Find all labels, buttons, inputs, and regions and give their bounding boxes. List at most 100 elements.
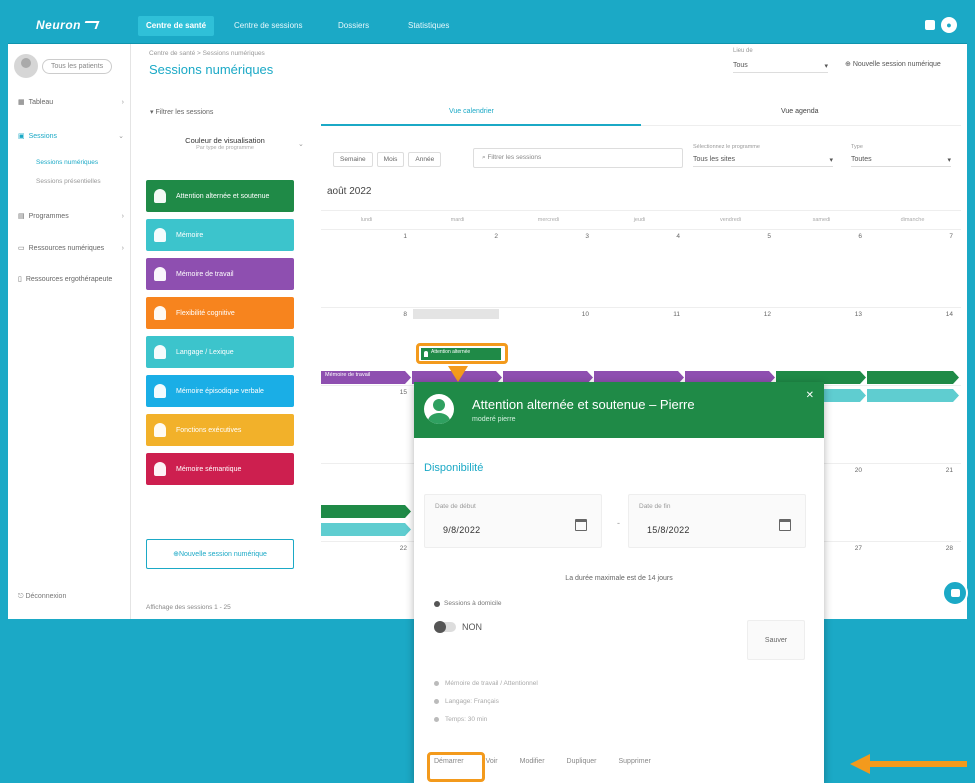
toggle-switch[interactable] <box>434 621 456 633</box>
day-number[interactable]: 14 <box>867 311 953 318</box>
brain-icon <box>154 228 166 242</box>
type-language[interactable]: Langage / Lexique <box>146 336 294 368</box>
active-tab-indicator <box>321 124 641 126</box>
day-number[interactable]: 3 <box>503 233 589 240</box>
day-number[interactable]: 5 <box>685 233 771 240</box>
sidebar-item-dashboard[interactable]: ▦ Tableau › <box>18 98 124 107</box>
new-digital-session-link[interactable]: ⊕ Nouvelle session numérique <box>845 60 941 68</box>
calendar-event[interactable]: Mémoire de travail <box>321 371 411 384</box>
save-button[interactable]: Sauver <box>747 620 805 660</box>
day-number[interactable]: 12 <box>685 311 771 318</box>
week-divider <box>321 229 961 230</box>
page-title: Sessions numériques <box>149 62 274 77</box>
popup-header: Attention alternée et soutenue – Pierre … <box>414 382 824 438</box>
new-digital-session-button[interactable]: ⊕ Nouvelle session numérique <box>146 539 294 569</box>
type-flexibility[interactable]: Flexibilité cognitive <box>146 297 294 329</box>
month-view-button[interactable]: Mois <box>376 152 405 167</box>
patient-avatar-icon <box>424 394 454 424</box>
tab-agenda-view[interactable]: Vue agenda <box>781 108 819 115</box>
day-number[interactable]: 7 <box>867 233 953 240</box>
brain-icon <box>154 345 166 359</box>
calendar-icon[interactable] <box>779 519 791 531</box>
info-language: Langage: Français <box>434 698 499 705</box>
nav-tab-records[interactable]: Dossiers <box>330 16 377 36</box>
calendar-event[interactable] <box>321 505 411 518</box>
session-popup: Attention alternée et soutenue – Pierre … <box>414 382 824 783</box>
nav-tab-health-center[interactable]: Centre de santé <box>138 16 215 36</box>
sidebar-item-ergo-resources[interactable]: ▯ Ressources ergothérapeute <box>18 275 124 284</box>
sidebar-sub-digital-sessions[interactable]: Sessions numériques <box>36 159 98 166</box>
logout-link[interactable]: ⎋ Déconnexion <box>18 593 66 601</box>
breadcrumb: Centre de santé > Sessions numériques <box>149 50 265 57</box>
day-number[interactable]: 2 <box>412 233 498 240</box>
max-duration-note: La durée maximale est de 14 jours <box>565 575 673 582</box>
color-legend-selector[interactable]: Couleur de visualisation Par type de prog… <box>180 136 270 151</box>
radio-icon <box>434 600 440 607</box>
home-sessions-toggle[interactable]: NON <box>434 621 482 633</box>
nav-tab-statistics[interactable]: Statistiques <box>400 16 457 36</box>
nav-tab-sessions-center[interactable]: Centre de sessions <box>226 16 310 36</box>
weekday-header: mardi <box>450 217 465 223</box>
day-number[interactable]: 21 <box>867 467 953 474</box>
day-number[interactable]: 8 <box>321 311 407 318</box>
sidebar-item-digital-resources[interactable]: ▭ Ressources numériques › <box>18 244 124 253</box>
calendar-event[interactable]: Attention alternée <box>421 348 501 360</box>
calendar-event[interactable] <box>867 371 959 384</box>
chevron-down-icon: ⌄ <box>298 141 304 148</box>
type-memory[interactable]: Mémoire <box>146 219 294 251</box>
avatar[interactable] <box>14 54 38 78</box>
user-account-icon[interactable]: ● <box>941 17 957 33</box>
tab-calendar-view[interactable]: Vue calendrier <box>449 108 494 115</box>
day-number[interactable]: 15 <box>321 389 407 396</box>
weekday-header: mercredi <box>537 217 560 223</box>
duplicate-button[interactable]: Dupliquer <box>567 758 597 765</box>
start-date-field[interactable]: Date de début 9/8/2022 <box>424 494 602 548</box>
type-select[interactable]: Type Toutes ▾ <box>851 144 951 167</box>
selected-day-highlight <box>413 309 499 319</box>
edit-button[interactable]: Modifier <box>520 758 545 765</box>
patient-selector[interactable]: Tous les patients <box>42 58 113 74</box>
calendar-event[interactable] <box>867 389 959 402</box>
type-executive[interactable]: Fonctions exécutives <box>146 414 294 446</box>
type-working-memory[interactable]: Mémoire de travail <box>146 258 294 290</box>
day-number[interactable]: 13 <box>776 311 862 318</box>
view-button[interactable]: Voir <box>486 758 498 765</box>
day-number[interactable]: 10 <box>503 311 589 318</box>
delete-button[interactable]: Supprimer <box>619 758 651 765</box>
site-select-label: Lieu de <box>733 48 753 54</box>
day-number[interactable]: 6 <box>776 233 862 240</box>
end-date-field[interactable]: Date de fin 15/8/2022 <box>628 494 806 548</box>
day-number[interactable]: 28 <box>867 545 953 552</box>
type-attention[interactable]: Attention alternée et soutenue <box>146 180 294 212</box>
chat-icon[interactable] <box>942 580 968 606</box>
week-view-button[interactable]: Semaine <box>333 152 373 167</box>
filter-panel: ▾ Filtrer les sessions Couleur de visual… <box>140 96 305 616</box>
calendar-event[interactable] <box>321 523 411 536</box>
weekday-header: samedi <box>812 217 831 223</box>
app-logo[interactable]: Neuron <box>36 18 100 32</box>
brain-icon <box>154 462 166 476</box>
sidebar-sub-onsite-sessions[interactable]: Sessions présentielles <box>36 178 101 185</box>
day-number[interactable]: 4 <box>594 233 680 240</box>
sidebar-item-sessions[interactable]: ▣ Sessions ⌄ <box>18 132 124 141</box>
filter-title[interactable]: ▾ Filtrer les sessions <box>150 108 305 116</box>
year-view-button[interactable]: Année <box>408 152 442 167</box>
site-select[interactable]: Tous ▾ <box>733 62 828 73</box>
day-number[interactable]: 11 <box>594 311 680 318</box>
type-semantic-memory[interactable]: Mémoire sémantique <box>146 453 294 485</box>
caret-down-icon: ▾ <box>947 157 951 164</box>
notification-icon[interactable] <box>925 20 935 30</box>
clock-icon <box>434 717 439 722</box>
day-number[interactable]: 22 <box>321 545 407 552</box>
home-sessions-option[interactable]: Sessions à domicile <box>434 600 501 607</box>
calendar-icon[interactable] <box>575 519 587 531</box>
day-number[interactable]: 1 <box>321 233 407 240</box>
weekday-header: dimanche <box>900 217 925 223</box>
highlighted-event[interactable]: Attention alternée <box>416 343 508 364</box>
type-episodic-memory[interactable]: Mémoire épisodique verbale <box>146 375 294 407</box>
close-icon[interactable]: ✕ <box>806 390 814 401</box>
session-filter-input[interactable]: ⌕ Filtrer les sessions <box>473 148 683 168</box>
caret-down-icon: ▾ <box>829 157 833 164</box>
program-select[interactable]: Sélectionnez le programme Tous les sites… <box>693 144 833 167</box>
sidebar-item-programs[interactable]: ▤ Programmes › <box>18 212 124 221</box>
